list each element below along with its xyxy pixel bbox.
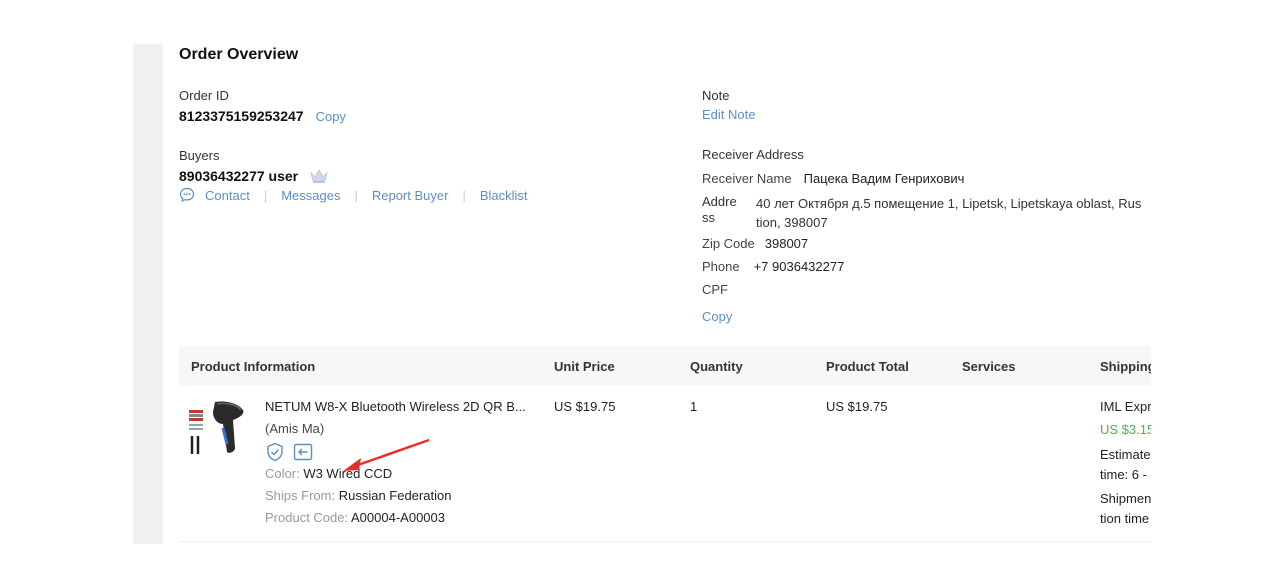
- header-shipping: Shipping: [1100, 359, 1151, 374]
- note-label: Note: [702, 88, 730, 103]
- color-label: Color:: [265, 466, 300, 481]
- order-id-label: Order ID: [179, 88, 229, 103]
- contact-link[interactable]: Contact: [205, 188, 250, 203]
- edit-note-link[interactable]: Edit Note: [702, 107, 755, 122]
- chat-icon: [179, 187, 195, 203]
- buyer-name: 89036432277 user: [179, 168, 299, 184]
- zip-value: 398007: [764, 236, 809, 251]
- divider: |: [263, 187, 268, 203]
- order-overview-panel: Order Overview Order ID 8123375159253247…: [179, 44, 1151, 544]
- order-id-row: 8123375159253247 Copy: [179, 108, 346, 124]
- product-code: Product Code: A00004-A00003: [265, 510, 445, 525]
- left-gutter: [133, 44, 163, 544]
- product-code-value: A00004-A00003: [351, 510, 445, 525]
- product-seller: (Amis Ma): [265, 421, 325, 436]
- return-icon[interactable]: [293, 442, 313, 462]
- address-label-line2: ss: [702, 210, 715, 225]
- address-value-line1: 40 лет Октября д.5 помещение 1, Lipetsk,…: [756, 196, 1142, 211]
- table-header: Product Information Unit Price Quantity …: [179, 346, 1151, 386]
- address-copy-link[interactable]: Copy: [702, 309, 732, 324]
- estimate-line2: time: 6 -: [1100, 467, 1147, 482]
- header-product-total: Product Total: [826, 359, 909, 374]
- receiver-name-row: Receiver Name Пацека Вадим Генрихович: [702, 171, 964, 186]
- header-services: Services: [962, 359, 1016, 374]
- order-id-copy-link[interactable]: Copy: [316, 109, 346, 124]
- phone-value: +7 9036432277: [753, 259, 845, 274]
- header-unit-price: Unit Price: [554, 359, 615, 374]
- ships-from-label: Ships From:: [265, 488, 336, 503]
- header-product-information: Product Information: [191, 359, 316, 374]
- shipping-price: US $3.15: [1100, 422, 1151, 437]
- phone-row: Phone +7 9036432277: [702, 259, 844, 274]
- zip-row: Zip Code 398007: [702, 236, 808, 251]
- product-thumbnail[interactable]: [187, 398, 251, 458]
- unit-price: US $19.75: [554, 399, 616, 414]
- shield-check-icon[interactable]: [265, 442, 285, 462]
- report-buyer-link[interactable]: Report Buyer: [372, 188, 449, 203]
- cpf-label: CPF: [702, 282, 728, 297]
- address-label-line1: Addre: [702, 194, 737, 209]
- phone-label: Phone: [702, 259, 740, 274]
- shipment-line2: tion time: [1100, 511, 1150, 526]
- address-row: Addre ss 40 лет Октября д.5 помещение 1,…: [702, 194, 1141, 232]
- buyer-row: 89036432277 user: [179, 168, 328, 184]
- address-value-line2: tion, 398007: [756, 215, 828, 230]
- header-quantity: Quantity: [690, 359, 743, 374]
- buyer-actions: Contact | Messages | Report Buyer | Blac…: [179, 187, 528, 203]
- table-row: NETUM W8-X Bluetooth Wireless 2D QR B...…: [179, 386, 1151, 542]
- receiver-name-value: Пацека Вадим Генрихович: [803, 171, 965, 186]
- crown-icon: [310, 169, 328, 183]
- divider: |: [354, 187, 358, 203]
- product-badges: [265, 442, 313, 462]
- page-title: Order Overview: [179, 46, 299, 63]
- product-total: US $19.75: [826, 399, 888, 414]
- address-label: Addre ss: [702, 194, 756, 232]
- product-name-link[interactable]: NETUM W8-X Bluetooth Wireless 2D QR B...: [265, 399, 535, 414]
- estimate-line1: Estimate: [1100, 447, 1151, 462]
- shipment-line1: Shipmen: [1100, 491, 1151, 506]
- receiver-address-title: Receiver Address: [702, 147, 804, 162]
- divider: |: [462, 187, 466, 203]
- blacklist-link[interactable]: Blacklist: [480, 188, 528, 203]
- order-id-value: 8123375159253247: [179, 108, 304, 124]
- zip-label: Zip Code: [702, 236, 755, 251]
- cpf-row: CPF: [702, 282, 728, 297]
- buyers-label: Buyers: [179, 148, 220, 163]
- address-value: 40 лет Октября д.5 помещение 1, Lipetsk,…: [756, 194, 1141, 232]
- product-table: Product Information Unit Price Quantity …: [179, 346, 1151, 542]
- product-code-label: Product Code:: [265, 510, 349, 525]
- receiver-name-label: Receiver Name: [702, 171, 792, 186]
- annotation-arrow: [343, 438, 430, 471]
- quantity: 1: [690, 399, 698, 414]
- product-ships-from: Ships From: Russian Federation: [265, 488, 451, 503]
- ships-from-value: Russian Federation: [338, 488, 452, 503]
- messages-link[interactable]: Messages: [281, 188, 340, 203]
- shipping-method: IML Expr: [1100, 399, 1151, 414]
